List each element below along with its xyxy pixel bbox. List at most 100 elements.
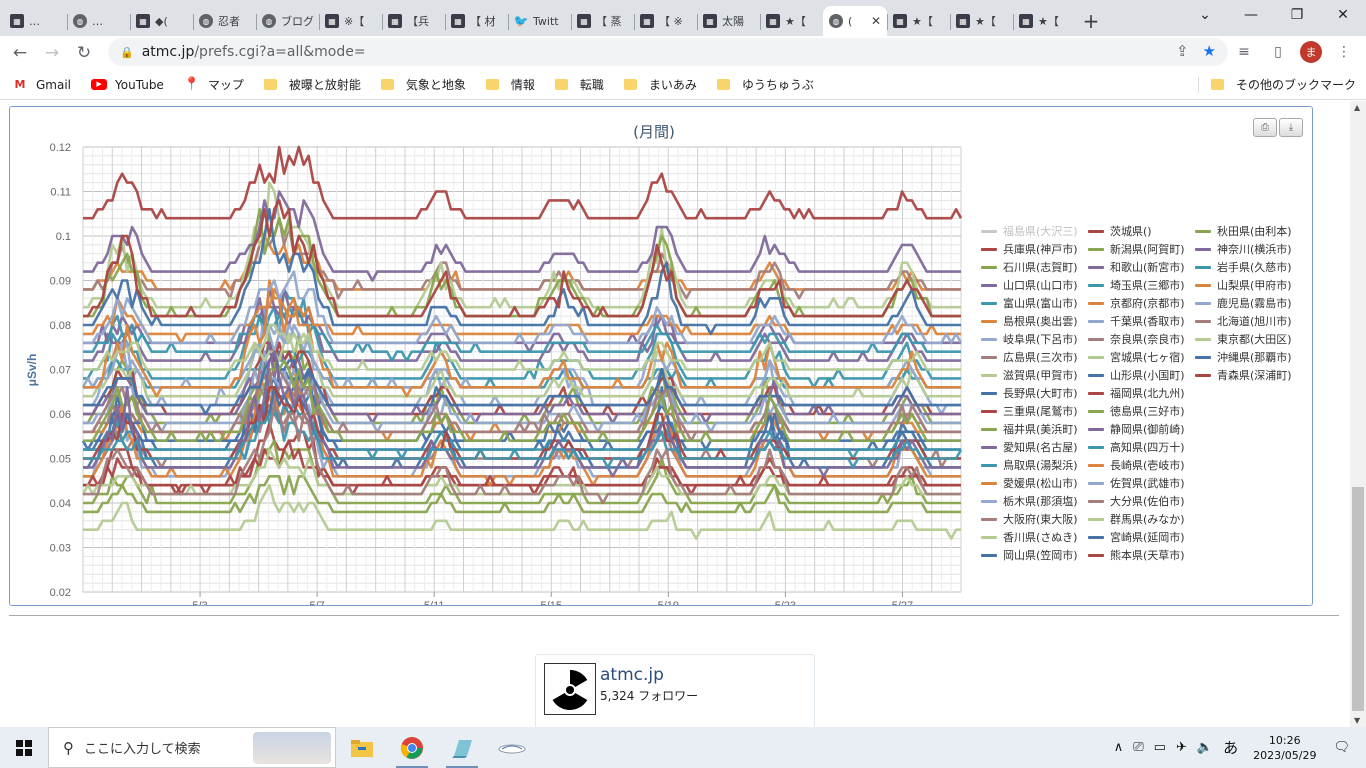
scrollbar-thumb[interactable] [1352,487,1364,711]
browser-tab[interactable]: ▦ 【 蒸 [571,6,634,36]
address-bar[interactable]: 🔒 atmc.jp/prefs.cgi?a=all&mode= ⇪ ★ [108,38,1228,66]
tab-search-icon[interactable]: ⌄ [1182,0,1228,30]
notifications-icon[interactable]: 🗨 [1333,740,1350,755]
browser-tab[interactable]: ▦ ★【 [760,6,823,36]
legend-item[interactable]: 和歌山(新宮市) [1088,259,1185,275]
browser-tab[interactable]: ▦ 【兵 [382,6,445,36]
minimize-button[interactable]: — [1228,0,1274,30]
browser-tab[interactable]: ▦ 太陽 [697,6,760,36]
browser-tab[interactable]: ◍ 忍者 [193,6,256,36]
legend-item[interactable]: 佐賀県(武雄市) [1088,475,1185,491]
windows-start-button[interactable] [0,727,48,768]
menu-kebab-icon[interactable]: ⋮ [1332,40,1356,64]
legend-item[interactable]: 茨城県() [1088,223,1152,239]
legend-item[interactable]: 徳島県(三好市) [1088,403,1185,419]
legend-item[interactable]: 静岡県(御前崎) [1088,421,1185,437]
legend-item[interactable]: 三重県(尾鷲市) [981,403,1078,419]
chevron-up-icon[interactable]: ∧ [1114,740,1124,755]
legend-item[interactable]: 山梨県(甲府市) [1195,277,1292,293]
legend-item[interactable]: 新潟県(阿賀町) [1088,241,1185,257]
legend-item[interactable]: 京都府(京都市) [1088,295,1185,311]
browser-tab[interactable]: ▦ ◆( [130,6,193,36]
scroll-down-icon[interactable]: ▼ [1354,716,1360,725]
reading-list-icon[interactable]: ≡ [1232,40,1256,64]
legend-item[interactable]: 愛知県(名古屋) [981,439,1078,455]
legend-item[interactable]: 埼玉県(三郷市) [1088,277,1185,293]
chrome-taskbar-icon[interactable] [388,727,436,768]
back-button[interactable]: ← [4,37,36,69]
browser-tab[interactable]: 🐦 Twitt [508,6,571,36]
legend-item[interactable]: 鳥取県(湯梨浜) [981,457,1078,473]
browser-tab[interactable]: ◍ (✕ [823,6,887,36]
bookmark-item[interactable]: ▶ YouTube [91,78,164,92]
legend-item[interactable]: 石川県(志賀町) [981,259,1078,275]
legend-item[interactable]: 島根県(奥出雲) [981,313,1078,329]
legend-item[interactable]: 北海道(旭川市) [1195,313,1292,329]
legend-item[interactable]: 栃木県(那須塩) [981,493,1078,509]
legend-item[interactable]: 岡山県(笠岡市) [981,547,1078,563]
reload-button[interactable]: ↻ [68,37,100,69]
legend-item[interactable]: 沖縄県(那覇市) [1195,349,1292,365]
close-window-button[interactable]: ✕ [1320,0,1366,30]
file-explorer-icon[interactable] [338,727,386,768]
legend-item[interactable]: 愛媛県(松山市) [981,475,1078,491]
legend-item[interactable]: 神奈川(横浜市) [1195,241,1292,257]
bookmark-item[interactable]: 気象と地象 [380,76,466,93]
forward-button[interactable]: → [36,37,68,69]
browser-tab[interactable]: ▦ ★【 [1013,6,1076,36]
bookmark-item[interactable]: ゆうちゅうぶ [716,76,814,93]
browser-tab[interactable]: ▦ ★【 [887,6,950,36]
account-name[interactable]: atmc.jp [600,665,664,685]
legend-item[interactable]: 鹿児島(霧島市) [1195,295,1292,311]
other-bookmarks[interactable]: その他のブックマーク [1197,76,1356,93]
page-scrollbar[interactable]: ▲ ▼ [1350,101,1366,727]
browser-tab[interactable]: ◍ ブログ [256,6,319,36]
browser-tab[interactable]: ▦ 【 ※ [634,6,697,36]
legend-item[interactable]: 大阪府(東大阪) [981,511,1078,527]
browser-tab[interactable]: ◍… [67,6,130,36]
airplane-mode-icon[interactable]: ✈ [1176,740,1187,755]
legend-item[interactable]: 山口県(山口市) [981,277,1078,293]
legend-item[interactable]: 秋田県(由利本) [1195,223,1292,239]
legend-item[interactable]: 千葉県(香取市) [1088,313,1185,329]
legend-item[interactable]: 福島県(大沢三) [981,223,1078,239]
camera-icon[interactable]: ⎚ [1133,740,1143,755]
taskbar-search-box[interactable]: ⚲ ここに入力して検索 [48,727,336,768]
legend-item[interactable]: 大分県(佐伯市) [1088,493,1185,509]
bookmark-star-icon[interactable]: ★ [1203,42,1216,60]
bookmark-item[interactable]: 情報 [485,76,535,93]
legend-item[interactable]: 群馬県(みなか) [1088,511,1185,527]
bookmark-item[interactable]: 転職 [554,76,604,93]
close-tab-icon[interactable]: ✕ [871,14,881,28]
browser-tab[interactable]: ▦ ※【 [319,6,382,36]
legend-item[interactable]: 香川県(さぬき) [981,529,1077,545]
legend-item[interactable]: 奈良県(奈良市) [1088,331,1185,347]
bookmark-item[interactable]: M Gmail [12,78,72,92]
legend-item[interactable]: 兵庫県(神戸市) [981,241,1078,257]
legend-item[interactable]: 宮城県(七ヶ宿) [1088,349,1185,365]
legend-item[interactable]: 長崎県(壱岐市) [1088,457,1185,473]
side-panel-icon[interactable]: ▯ [1266,40,1290,64]
legend-item[interactable]: 熊本県(天草市) [1088,547,1185,563]
legend-item[interactable]: 福井県(美浜町) [981,421,1078,437]
legend-item[interactable]: 長野県(大町市) [981,385,1078,401]
legend-item[interactable]: 岩手県(久慈市) [1195,259,1292,275]
legend-item[interactable]: 山形県(小国町) [1088,367,1185,383]
bookmark-item[interactable]: 📍 マップ [184,76,244,93]
taskbar-clock[interactable]: 10:26 2023/05/29 [1253,733,1316,763]
browser-tab[interactable]: ▦… [4,6,67,36]
share-icon[interactable]: ⇪ [1176,42,1189,60]
scroll-up-icon[interactable]: ▲ [1354,103,1360,112]
legend-item[interactable]: 滋賀県(甲賀市) [981,367,1078,383]
print-chart-button[interactable]: ⎙ [1253,118,1277,137]
volume-icon[interactable]: 🔈 [1197,740,1213,755]
legend-item[interactable]: 青森県(深浦町) [1195,367,1292,383]
export-chart-button[interactable]: ⤓ [1279,118,1303,137]
legend-item[interactable]: 福岡県(北九州) [1088,385,1185,401]
browser-tab[interactable]: ▦ 【 材 [445,6,508,36]
new-tab-button[interactable]: + [1076,6,1106,36]
notepad-taskbar-icon[interactable] [438,727,486,768]
maximize-button[interactable]: ❐ [1274,0,1320,30]
profile-avatar[interactable]: ま [1300,41,1322,63]
legend-item[interactable]: 岐阜県(下呂市) [981,331,1078,347]
